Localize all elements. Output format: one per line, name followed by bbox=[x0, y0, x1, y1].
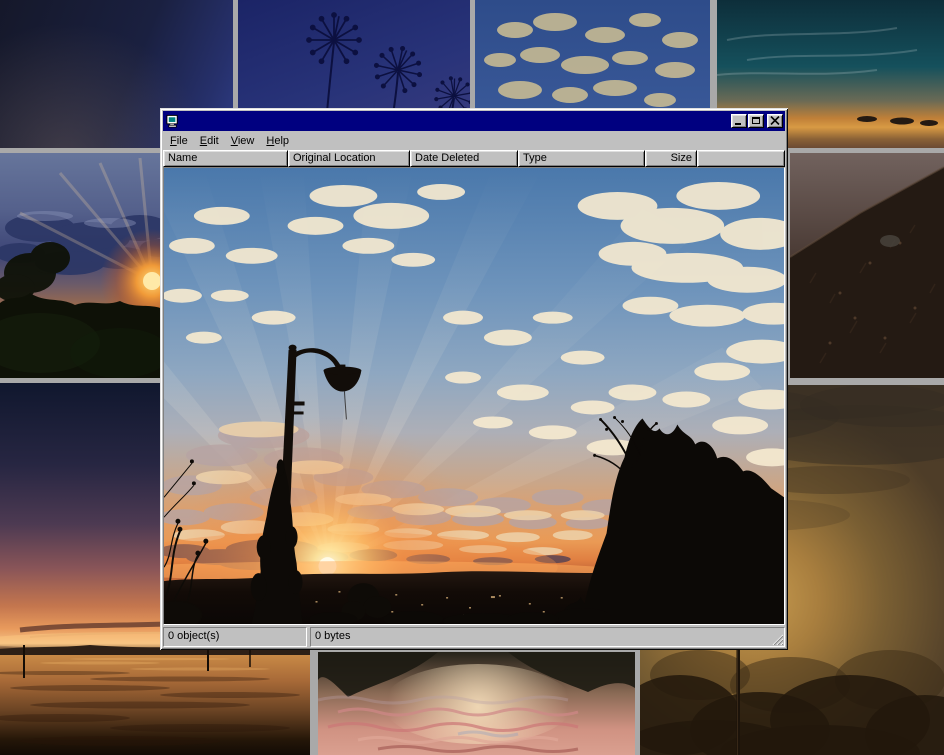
title-bar[interactable] bbox=[163, 111, 785, 131]
menu-help[interactable]: Help bbox=[260, 132, 295, 150]
close-button[interactable] bbox=[767, 114, 783, 128]
menu-bar: File Edit View Help bbox=[163, 131, 785, 150]
pink-reflections-graphic bbox=[318, 652, 635, 755]
resize-grip[interactable] bbox=[770, 632, 783, 645]
column-header-date-deleted[interactable]: Date Deleted bbox=[410, 150, 518, 167]
sunset-lamppost-photo bbox=[164, 168, 784, 624]
column-header-row: Name Original Location Date Deleted Type… bbox=[163, 150, 785, 167]
menu-file[interactable]: File bbox=[164, 132, 194, 150]
column-header-spacer bbox=[697, 150, 785, 167]
maximize-icon bbox=[752, 117, 760, 124]
menu-view[interactable]: View bbox=[225, 132, 261, 150]
menu-edit[interactable]: Edit bbox=[194, 132, 225, 150]
column-header-type[interactable]: Type bbox=[518, 150, 645, 167]
desktop: { "window": { "title": "", "icon": "comp… bbox=[0, 0, 944, 755]
recycle-bin-window: File Edit View Help Name Original Locati… bbox=[160, 108, 788, 650]
status-size: 0 bytes bbox=[310, 627, 785, 647]
status-size-text: 0 bytes bbox=[315, 630, 350, 642]
list-view-area[interactable] bbox=[163, 167, 785, 625]
wallpaper-tile-dusky-hillside bbox=[790, 153, 944, 378]
sunburst-graphic bbox=[0, 153, 163, 378]
close-icon bbox=[770, 116, 780, 125]
computer-icon[interactable] bbox=[165, 114, 181, 129]
status-object-count: 0 object(s) bbox=[163, 627, 307, 647]
status-bar: 0 object(s) 0 bytes bbox=[163, 625, 785, 647]
wallpaper-tile-sunburst-over-trees bbox=[0, 153, 163, 378]
hillside-graphic bbox=[790, 153, 944, 378]
column-header-size[interactable]: Size bbox=[645, 150, 697, 167]
column-header-original-location[interactable]: Original Location bbox=[288, 150, 410, 167]
maximize-button[interactable] bbox=[748, 114, 764, 128]
column-header-name[interactable]: Name bbox=[163, 150, 288, 167]
wallpaper-tile-pink-water-reflections bbox=[318, 652, 635, 755]
minimize-icon bbox=[735, 123, 741, 125]
minimize-button[interactable] bbox=[731, 114, 747, 128]
